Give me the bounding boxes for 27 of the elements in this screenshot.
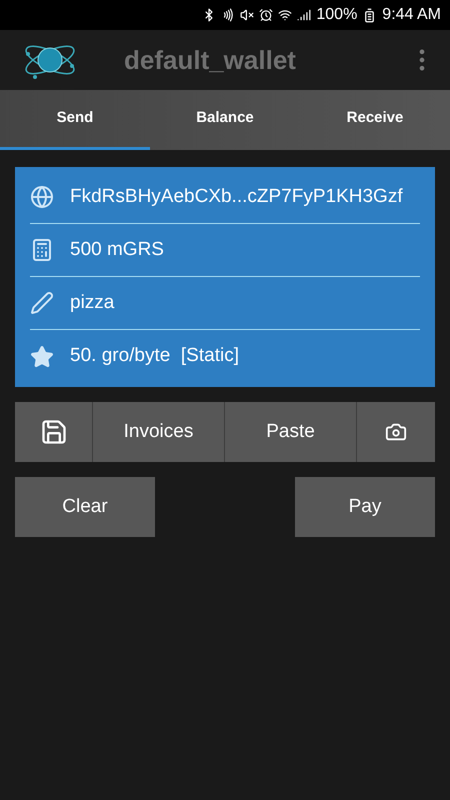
field-value[interactable]: 500 mGRS	[70, 236, 164, 264]
tab[interactable]: Send	[0, 90, 150, 150]
alarm-icon	[259, 8, 274, 22]
field-value[interactable]: FkdRsBHyAebCXb...cZP7FyP1KH3Gzf	[70, 182, 403, 212]
clear-button[interactable]: Clear	[15, 477, 155, 537]
clock-time: 9:44 AM	[382, 5, 441, 25]
tab[interactable]: Receive	[300, 90, 450, 150]
nfc-icon	[221, 8, 236, 22]
camera-button[interactable]	[357, 402, 435, 462]
pen-icon	[30, 291, 54, 315]
star-icon	[30, 344, 54, 368]
mute-icon	[240, 8, 254, 22]
signal-icon	[297, 8, 312, 22]
globe-icon	[30, 185, 54, 209]
toolbar-button[interactable]: Invoices	[93, 402, 224, 462]
wallet-title: default_wallet	[124, 44, 296, 76]
tab[interactable]: Balance	[150, 90, 300, 150]
calculator-icon	[30, 238, 54, 262]
field-value[interactable]: 50. gro/byte [Static]	[70, 342, 239, 371]
floppy-icon	[40, 418, 68, 446]
toolbar-button[interactable]: Paste	[225, 402, 356, 462]
wifi-icon	[278, 8, 292, 22]
save-button[interactable]	[15, 402, 92, 462]
pay-button[interactable]: Pay	[295, 477, 435, 537]
camera-icon	[385, 421, 407, 443]
battery-percent: 100%	[316, 5, 358, 25]
field-value[interactable]: pizza	[70, 288, 114, 318]
